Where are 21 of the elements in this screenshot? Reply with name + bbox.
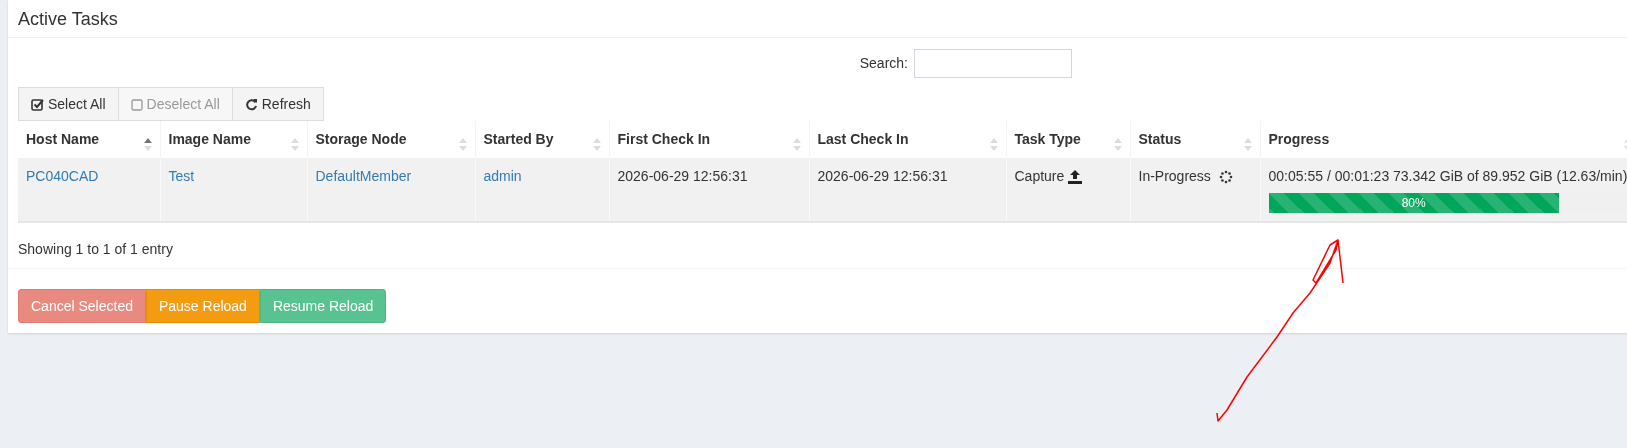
table-cell: In-Progress <box>1138 168 1211 184</box>
host-link[interactable]: PC040CAD <box>26 168 99 184</box>
spinner-icon <box>1218 170 1233 185</box>
progress-text: 00:05:55 / 00:01:23 73.342 GiB of 89.952 GiB (12.63/min) <box>1268 168 1627 184</box>
select-all-button[interactable]: Select All <box>18 87 119 121</box>
image-link[interactable]: Test <box>168 168 195 184</box>
square-icon <box>130 97 143 111</box>
progress-label: 80% <box>1401 196 1426 210</box>
table-cell: Capture <box>1014 168 1065 184</box>
refresh-icon <box>244 97 258 111</box>
storage-node-link[interactable]: DefaultMember <box>315 168 412 184</box>
check-square-icon <box>31 97 44 111</box>
card-title: Active Tasks <box>18 8 119 30</box>
upload-icon <box>1068 170 1083 185</box>
search-label: Search: <box>859 53 908 73</box>
refresh-button[interactable]: Refresh <box>231 87 324 121</box>
table-cell: 2026-06-29 12:56:31 <box>617 168 748 184</box>
search-field[interactable] <box>914 48 1072 78</box>
entries-info: Showing 1 to 1 of 1 entry <box>18 241 173 257</box>
user-link[interactable]: admin <box>483 168 522 184</box>
table-cell: 2026-06-29 12:56:31 <box>817 168 948 184</box>
